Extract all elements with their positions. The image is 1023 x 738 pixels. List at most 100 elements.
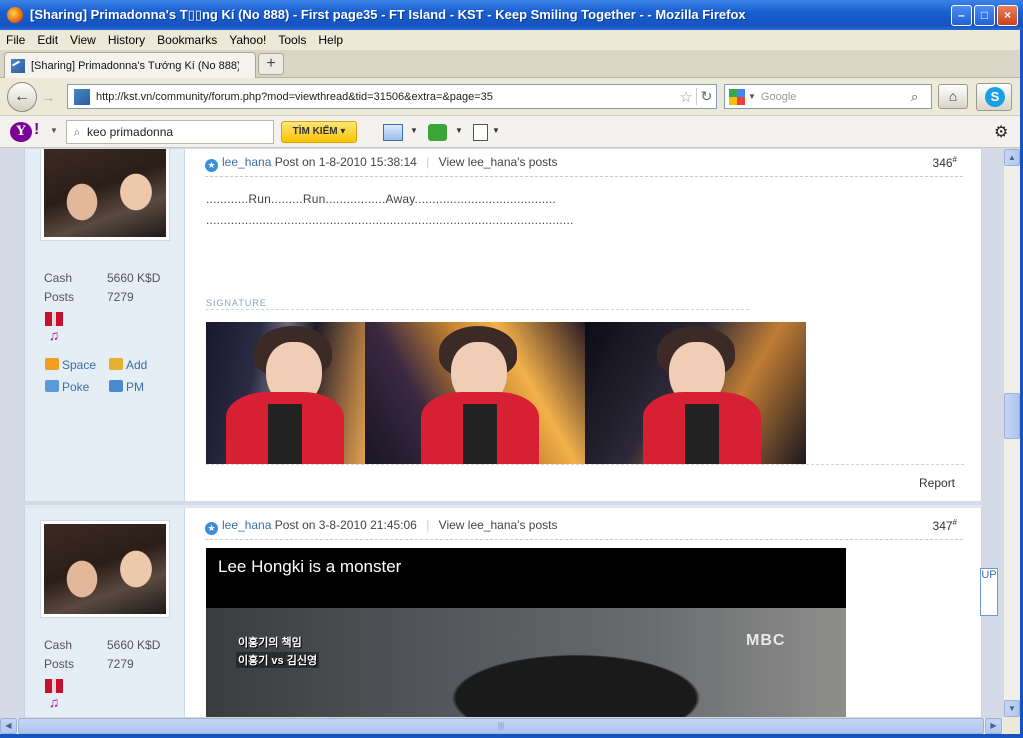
search-box[interactable]: ▼ Google ⌕ (724, 84, 932, 109)
poke-link[interactable]: Poke (45, 380, 89, 394)
mbc-logo: MBC (746, 632, 786, 649)
search-input[interactable]: Google (761, 91, 911, 103)
signature-photo (365, 322, 585, 464)
scrollbar-thumb[interactable] (1004, 393, 1020, 439)
avatar[interactable] (40, 149, 170, 241)
online-star-icon: ★ (205, 522, 218, 535)
forward-button[interactable]: → (38, 87, 58, 107)
online-star-icon: ★ (205, 159, 218, 172)
post-number[interactable]: 346# (933, 155, 957, 170)
menu-file[interactable]: File (0, 33, 31, 47)
google-g-icon[interactable] (729, 88, 745, 105)
bookmark-star-icon[interactable]: ☆ (676, 88, 696, 106)
yahoo-widget-icon[interactable] (428, 124, 447, 141)
navigation-toolbar: ← → http://kst.vn/community/forum.php?mo… (0, 78, 1023, 116)
search-icon[interactable]: ⌕ (911, 89, 931, 105)
signature-image[interactable] (206, 322, 806, 464)
space-link[interactable]: Space (45, 358, 96, 372)
report-link[interactable]: Report (919, 476, 955, 490)
view-posts-link[interactable]: View lee_hana's posts (439, 518, 558, 532)
copy-icon[interactable] (473, 124, 488, 141)
add-friend-icon (109, 358, 123, 370)
menu-help[interactable]: Help (312, 33, 349, 47)
horizontal-scrollbar[interactable]: ◀ ||| ▶ (0, 717, 1003, 734)
yahoo-toolbar: Y ! ▼ ⌕ keo primadonna TÌM KIẾM ▾ ▼ ▼ ▼ … (0, 116, 1023, 148)
window-border (0, 734, 1023, 738)
cash-stat: Cash 5660 K$D (44, 271, 161, 285)
home-icon (45, 358, 59, 370)
embedded-video[interactable]: Lee Hongki is a monster 이홍기의 책임 이홍기 vs 김… (206, 548, 846, 717)
poke-icon (45, 380, 59, 392)
firefox-logo-icon (7, 7, 23, 23)
url-text[interactable]: http://kst.vn/community/forum.php?mod=vi… (96, 91, 676, 103)
post-author-sidebar: Cash 5660 K$D Posts 7279 ♫ Space Add Poke … (25, 149, 185, 501)
horizontal-scrollbar-thumb[interactable]: ||| (18, 718, 984, 734)
maximize-button[interactable]: □ (974, 4, 995, 26)
reload-button[interactable]: ↻ (696, 88, 716, 105)
yahoo-search-input[interactable]: keo primadonna (87, 125, 173, 139)
envelope-icon (109, 380, 123, 392)
view-posts-link[interactable]: View lee_hana's posts (439, 155, 558, 169)
post-author-link[interactable]: lee_hana (222, 518, 271, 532)
posts-stat: Posts 7279 (44, 290, 134, 304)
signature-photo (206, 322, 365, 464)
menu-view[interactable]: View (64, 33, 102, 47)
video-title: Lee Hongki is a monster (218, 557, 402, 576)
yahoo-logo-icon[interactable]: Y (10, 122, 32, 142)
vertical-scrollbar[interactable]: ▲ ▼ (1003, 149, 1020, 717)
post-date: Post on 3-8-2010 21:45:06 (274, 518, 417, 532)
signature-photo (585, 322, 806, 464)
add-friend-link[interactable]: Add (109, 358, 147, 372)
home-button[interactable]: ⌂ (938, 84, 968, 109)
tab-bar: [Sharing] Primadonna's Tướng Kí (No 888)… (0, 50, 1023, 78)
post-message-line: ........................................… (206, 213, 574, 227)
chevron-down-icon[interactable]: ▼ (50, 126, 58, 135)
back-button[interactable]: ← (7, 82, 37, 112)
signature-divider: SIGNATURE (206, 298, 749, 310)
mail-icon[interactable] (383, 124, 403, 141)
chevron-down-icon[interactable]: ▼ (410, 126, 418, 135)
chevron-down-icon[interactable]: ▼ (492, 126, 500, 135)
minimize-button[interactable]: – (951, 4, 972, 26)
tab-active[interactable]: [Sharing] Primadonna's Tướng Kí (No 888)… (4, 52, 256, 78)
url-bar[interactable]: http://kst.vn/community/forum.php?mod=vi… (67, 84, 717, 109)
divider (206, 464, 964, 465)
cash-stat: Cash 5660 K$D (44, 638, 161, 652)
post-number[interactable]: 347# (933, 518, 957, 533)
post-date: Post on 1-8-2010 15:38:14 (274, 155, 417, 169)
menu-tools[interactable]: Tools (272, 33, 312, 47)
close-window-button[interactable]: × (997, 4, 1018, 26)
video-caption: 이홍기 vs 김신영 (236, 652, 320, 668)
avatar[interactable] (40, 520, 170, 618)
scroll-up-button[interactable]: UP (980, 568, 998, 616)
title-bar: [Sharing] Primadonna's T▯▯ng Kí (No 888)… (0, 0, 1023, 30)
scroll-right-arrow[interactable]: ▶ (985, 718, 1002, 734)
scroll-down-arrow[interactable]: ▼ (1004, 700, 1020, 717)
medal-icon: ♫ (45, 312, 63, 344)
forum-post: Cash 5660 K$D Posts 7279 ♫ ★ lee_hana Post … (24, 505, 982, 717)
menu-history[interactable]: History (102, 33, 151, 47)
post-author-link[interactable]: lee_hana (222, 155, 271, 169)
scrollbar-corner (1003, 717, 1020, 734)
scroll-left-arrow[interactable]: ◀ (0, 718, 17, 734)
chevron-down-icon[interactable]: ▼ (455, 126, 463, 135)
new-tab-button[interactable]: + (258, 53, 284, 75)
chevron-down-icon[interactable]: ▼ (748, 92, 756, 101)
menu-edit[interactable]: Edit (31, 33, 64, 47)
menu-yahoo[interactable]: Yahoo! (223, 33, 272, 47)
yahoo-search-button[interactable]: TÌM KIẾM ▾ (281, 121, 357, 143)
yahoo-search-box[interactable]: ⌕ keo primadonna (66, 120, 274, 144)
search-icon: ⌕ (73, 124, 81, 139)
yahoo-exclaim-icon: ! (34, 121, 40, 138)
scroll-up-arrow[interactable]: ▲ (1004, 149, 1020, 166)
post-header: ★ lee_hana Post on 1-8-2010 15:38:14 | Vi… (205, 155, 963, 177)
posts-stat: Posts 7279 (44, 657, 134, 671)
pm-link[interactable]: PM (109, 380, 144, 394)
forum-post: Cash 5660 K$D Posts 7279 ♫ Space Add Poke … (24, 149, 982, 501)
gear-icon[interactable]: ⚙ (994, 122, 1008, 142)
post-message-line: ............Run.........Run.............… (206, 192, 556, 206)
skype-icon[interactable] (976, 83, 1012, 111)
menu-bookmarks[interactable]: Bookmarks (151, 33, 223, 47)
kst-favicon-icon (11, 58, 25, 73)
tab-label: [Sharing] Primadonna's Tướng Kí (No 888)… (31, 59, 239, 72)
